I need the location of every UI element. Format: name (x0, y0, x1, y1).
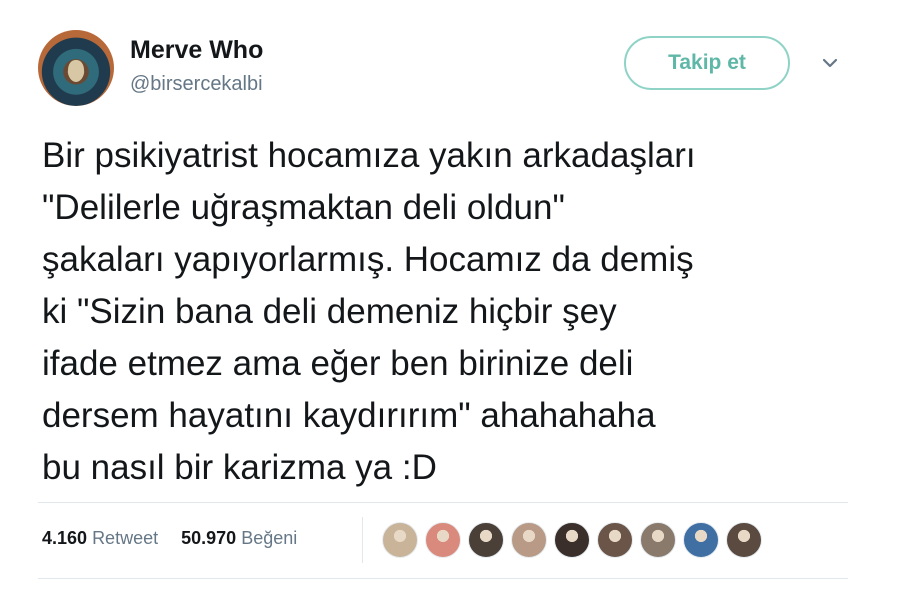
like-count[interactable]: 50.970 (181, 528, 236, 548)
tweet-card: Merve Who @birsercekalbi Takip et Bir ps… (0, 0, 900, 596)
liker-avatar-5[interactable] (554, 522, 590, 558)
liker-avatar-7[interactable] (640, 522, 676, 558)
chevron-down-icon[interactable] (820, 55, 840, 71)
liker-avatar-3[interactable] (468, 522, 504, 558)
user-avatar[interactable] (38, 30, 114, 106)
divider (38, 502, 848, 503)
retweet-label[interactable]: Retweet (92, 528, 158, 548)
avatar-face (68, 60, 84, 82)
liker-avatar-9[interactable] (726, 522, 762, 558)
user-handle[interactable]: @birsercekalbi (130, 73, 263, 96)
divider (38, 578, 848, 579)
like-label[interactable]: Beğeni (241, 528, 297, 548)
tweet-stats: 4.160 Retweet 50.970 Beğeni (42, 528, 297, 549)
liker-avatar-2[interactable] (425, 522, 461, 558)
liker-avatars (382, 522, 769, 558)
stats-separator (362, 517, 363, 563)
follow-button[interactable]: Takip et (624, 36, 790, 90)
retweet-count[interactable]: 4.160 (42, 528, 87, 548)
liker-avatar-8[interactable] (683, 522, 719, 558)
user-name[interactable]: Merve Who (130, 36, 263, 65)
tweet-text: Bir psikiyatrist hocamıza yakın arkadaşl… (42, 136, 696, 487)
liker-avatar-4[interactable] (511, 522, 547, 558)
liker-avatar-1[interactable] (382, 522, 418, 558)
liker-avatar-6[interactable] (597, 522, 633, 558)
